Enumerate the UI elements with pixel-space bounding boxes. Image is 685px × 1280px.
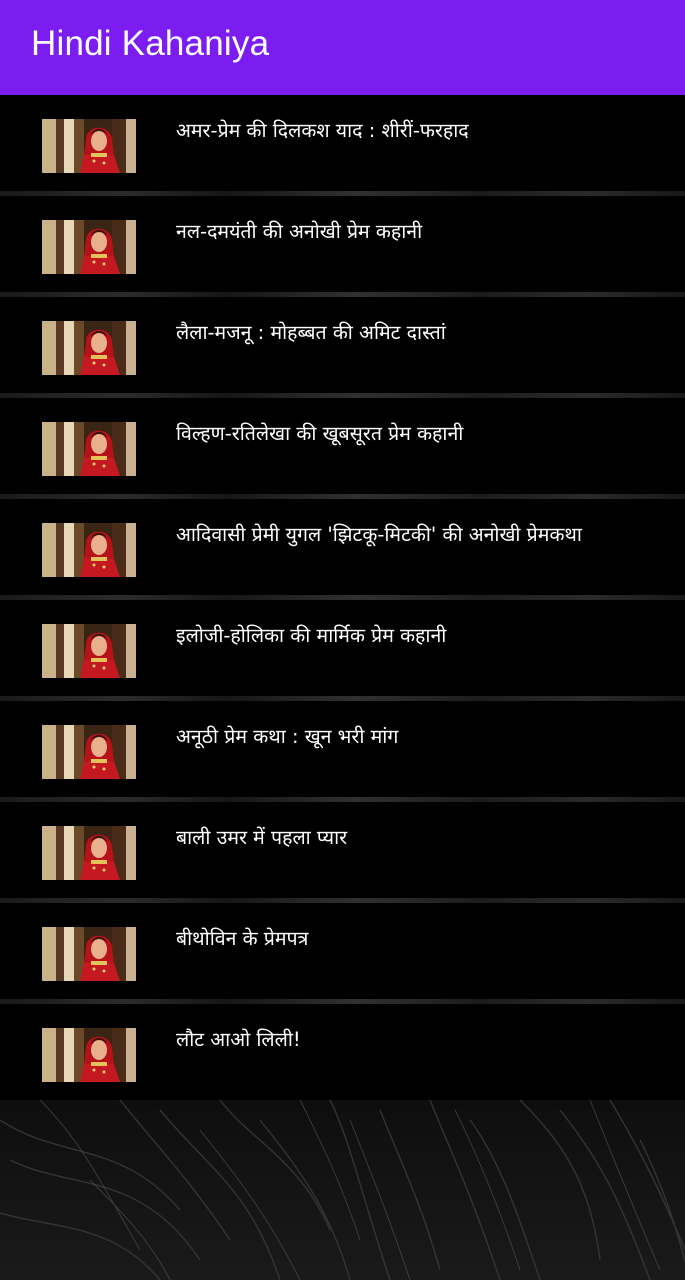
story-list-item[interactable]: बाली उमर में पहला प्यार: [0, 802, 685, 898]
fur-texture-image: [0, 1100, 685, 1280]
story-list-item[interactable]: बीथोविन के प्रेमपत्र: [0, 903, 685, 999]
story-thumbnail: [42, 624, 136, 678]
story-thumbnail: [42, 119, 136, 173]
story-thumbnail: [42, 1028, 136, 1082]
woman-in-red-saree-thumbnail: [42, 927, 136, 981]
woman-in-red-saree-thumbnail: [42, 321, 136, 375]
story-title: लैला-मजनू : मोहब्बत की अमिट दास्तां: [176, 321, 446, 344]
background-texture: [0, 1100, 685, 1280]
story-thumbnail: [42, 927, 136, 981]
story-title: बाली उमर में पहला प्यार: [176, 826, 348, 849]
story-thumbnail: [42, 725, 136, 779]
app-title: Hindi Kahaniya: [31, 24, 270, 63]
woman-in-red-saree-thumbnail: [42, 1028, 136, 1082]
story-thumbnail: [42, 826, 136, 880]
woman-in-red-saree-thumbnail: [42, 523, 136, 577]
story-title: नल-दमयंती की अनोखी प्रेम कहानी: [176, 220, 423, 243]
woman-in-red-saree-thumbnail: [42, 220, 136, 274]
story-title: बीथोविन के प्रेमपत्र: [176, 927, 309, 950]
story-thumbnail: [42, 422, 136, 476]
story-title: लौट आओ लिली!: [176, 1028, 301, 1051]
woman-in-red-saree-thumbnail: [42, 624, 136, 678]
woman-in-red-saree-thumbnail: [42, 826, 136, 880]
woman-in-red-saree-thumbnail: [42, 422, 136, 476]
story-list-item[interactable]: अनूठी प्रेम कथा : खून भरी मांग: [0, 701, 685, 797]
story-list[interactable]: अमर-प्रेम की दिलकश याद : शीरीं-फरहाद नल-…: [0, 95, 685, 1100]
story-list-item[interactable]: लौट आओ लिली!: [0, 1004, 685, 1100]
story-title: आदिवासी प्रेमी युगल 'झिटकू-मिटकी' की अनो…: [176, 523, 582, 546]
woman-in-red-saree-thumbnail: [42, 725, 136, 779]
story-title: विल्हण-रतिलेखा की खूबसूरत प्रेम कहानी: [176, 422, 464, 445]
story-list-item[interactable]: अमर-प्रेम की दिलकश याद : शीरीं-फरहाद: [0, 95, 685, 191]
story-list-item[interactable]: इलोजी-होलिका की मार्मिक प्रेम कहानी: [0, 600, 685, 696]
story-thumbnail: [42, 523, 136, 577]
story-list-item[interactable]: लैला-मजनू : मोहब्बत की अमिट दास्तां: [0, 297, 685, 393]
story-title: अमर-प्रेम की दिलकश याद : शीरीं-फरहाद: [176, 119, 469, 142]
story-thumbnail: [42, 220, 136, 274]
story-list-item[interactable]: आदिवासी प्रेमी युगल 'झिटकू-मिटकी' की अनो…: [0, 499, 685, 595]
story-title: अनूठी प्रेम कथा : खून भरी मांग: [176, 725, 399, 748]
story-list-item[interactable]: विल्हण-रतिलेखा की खूबसूरत प्रेम कहानी: [0, 398, 685, 494]
woman-in-red-saree-thumbnail: [42, 119, 136, 173]
story-thumbnail: [42, 321, 136, 375]
story-list-item[interactable]: नल-दमयंती की अनोखी प्रेम कहानी: [0, 196, 685, 292]
story-title: इलोजी-होलिका की मार्मिक प्रेम कहानी: [176, 624, 447, 647]
app-bar: Hindi Kahaniya: [0, 0, 685, 95]
